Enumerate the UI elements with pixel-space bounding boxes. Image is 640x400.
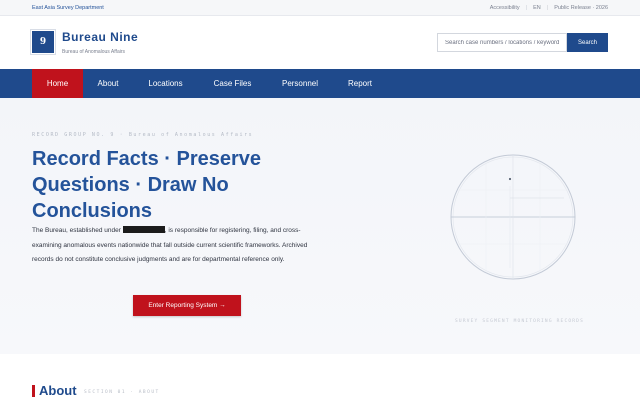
hero-description: The Bureau, established under , is respo… — [32, 224, 322, 268]
logo-emblem[interactable]: 9 — [30, 29, 56, 55]
nav-item-locations[interactable]: Locations — [136, 69, 195, 98]
site-subtitle: Bureau of Anomalous Affairs — [62, 49, 126, 55]
department-link[interactable]: East Asia Survey Department — [32, 5, 104, 11]
scope-marker-dot — [508, 177, 512, 181]
nav-item-personnel[interactable]: Personnel — [272, 69, 328, 98]
utility-bar: East Asia Survey Department Accessibilit… — [0, 0, 640, 16]
hero-description-start: The Bureau, established under — [32, 227, 121, 234]
enter-reporting-button[interactable]: Enter Reporting System → — [133, 295, 241, 316]
nav-item-case-files[interactable]: Case Files — [202, 69, 263, 98]
search-input[interactable] — [437, 33, 567, 52]
divider: | — [546, 5, 549, 11]
language-switch[interactable]: EN — [533, 5, 541, 11]
hero-eyebrow: RECORD GROUP NO. 9 · Bureau of Anomalous… — [32, 132, 254, 138]
site-header: 9 Bureau Nine Bureau of Anomalous Affair… — [0, 17, 640, 69]
about-section: About SECTION 01 · ABOUT — [0, 354, 640, 400]
section-tag: SECTION 01 · ABOUT — [84, 390, 160, 395]
release-label: Public Release · 2026 — [554, 5, 608, 11]
utility-links: Accessibility | EN | Public Release · 20… — [490, 5, 608, 11]
hero-section: RECORD GROUP NO. 9 · Bureau of Anomalous… — [0, 98, 640, 354]
accessibility-link[interactable]: Accessibility — [490, 5, 520, 11]
diagram-caption: SURVEY SEGMENT MONITORING RECORDS — [455, 319, 585, 324]
nav-item-home[interactable]: Home — [32, 69, 83, 98]
section-accent-bar — [32, 385, 35, 397]
main-nav: Home About Locations Case Files Personne… — [0, 69, 640, 98]
survey-scope-diagram — [450, 154, 576, 280]
hero-title: Record Facts · Preserve Questions · Draw… — [32, 148, 262, 222]
redacted-block — [122, 226, 165, 233]
about-heading: About — [39, 383, 77, 398]
divider: | — [525, 5, 528, 11]
site-title[interactable]: Bureau Nine — [62, 30, 138, 44]
nav-item-about[interactable]: About — [87, 69, 129, 98]
nav-item-report[interactable]: Report — [337, 69, 383, 98]
search-button[interactable]: Search — [567, 33, 608, 52]
